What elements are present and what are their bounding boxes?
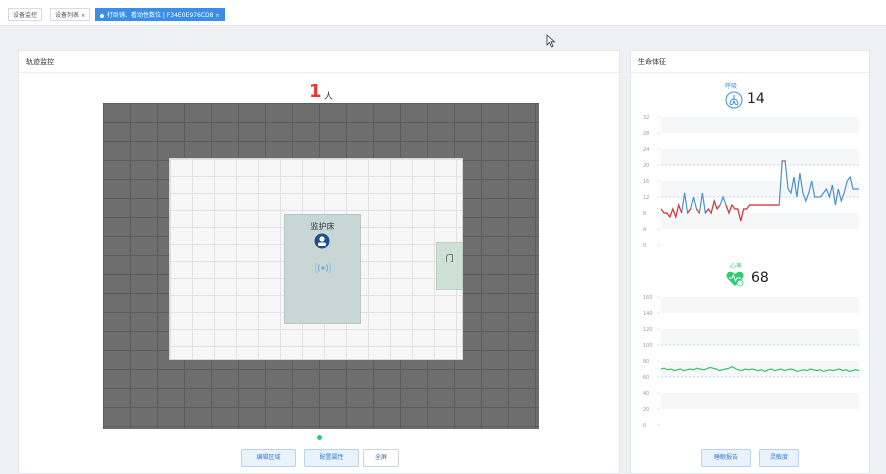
heart-icon: [726, 271, 744, 287]
heart-rate-chart: 160 140 120 100 80 60 40 20 0: [637, 293, 863, 433]
close-icon[interactable]: ×: [215, 13, 219, 19]
breath-low-segment: [696, 208, 700, 214]
panel-title: 生命体征: [631, 51, 869, 73]
breath-grid-band: [661, 117, 859, 133]
tab-bar: 设备监控 设备列表 × 打卧铺、看动性数位 | F34E0E976CD8 ×: [0, 0, 886, 26]
heart-y-tick-label: 60: [643, 375, 649, 381]
configure-properties-button[interactable]: 配置属性: [304, 449, 359, 467]
monitoring-bed-zone[interactable]: 监护床: [284, 214, 361, 324]
vital-signs-panel: 生命体征 呼吸 14 32 28 24 20 16 12 8 4 0 心率 68 160 140 1…: [630, 50, 870, 474]
heart-y-tick-label: 140: [643, 311, 653, 317]
breath-grid-band: [661, 149, 859, 165]
breath-y-tick-label: 8: [643, 211, 646, 217]
person-count-unit: 人: [324, 92, 334, 102]
close-icon[interactable]: ×: [81, 13, 85, 19]
heart-rate-value: 68: [751, 270, 769, 286]
trajectory-monitor-panel: 轨迹监控 1 人 监护床 门 编辑区域 配置属性 全屏: [18, 50, 620, 474]
breath-label: 呼吸: [725, 83, 738, 90]
breath-grid-band: [661, 181, 859, 197]
person-icon: [314, 233, 330, 249]
heart-y-tick-label: 0: [643, 423, 646, 429]
breath-chart-svg: 32 28 24 20 16 12 8 4 0: [643, 115, 859, 249]
heart-y-tick-label: 160: [643, 295, 653, 301]
breath-y-tick-label: 32: [643, 115, 649, 121]
tab-device-monitor[interactable]: 设备监控: [8, 8, 43, 21]
tab-label: 设备列表: [55, 12, 80, 19]
heart-grid-band: [661, 297, 859, 313]
breath-y-tick-label: 24: [643, 147, 649, 153]
breath-y-tick-label: 16: [643, 179, 649, 185]
heart-y-tick-label: 20: [643, 407, 649, 413]
radar-signal-icon: [315, 262, 331, 274]
door-label: 门: [445, 254, 454, 263]
edit-area-button[interactable]: 编辑区域: [241, 449, 296, 467]
active-dot-icon: [100, 13, 104, 18]
heart-grid-band: [661, 329, 859, 345]
heart-y-tick-label: 80: [643, 359, 649, 365]
breath-chart: 32 28 24 20 16 12 8 4 0: [637, 113, 863, 253]
breath-peak-point: [781, 160, 783, 162]
heart-grid-band: [661, 393, 859, 409]
person-count: 1: [309, 81, 322, 102]
breath-low-segment: [704, 198, 721, 215]
breath-y-tick-label: 28: [643, 131, 649, 137]
panel-title: 轨迹监控: [19, 51, 619, 73]
fullscreen-button[interactable]: 全屏: [363, 449, 399, 467]
breath-y-tick-label: 0: [643, 243, 646, 249]
tab-device-detail[interactable]: 打卧铺、看动性数位 | F34E0E976CD8 ×: [95, 8, 225, 21]
heart-y-tick-label: 100: [643, 343, 653, 349]
sensitivity-button[interactable]: 灵敏度: [759, 449, 799, 467]
heart-rate-chart-svg: 160 140 120 100 80 60 40 20 0: [643, 295, 860, 429]
tab-label: 打卧铺、看动性数位 | F34E0E976CD8: [107, 12, 214, 19]
breath-y-tick-label: 20: [643, 163, 649, 169]
room-map: 监护床 门: [103, 103, 539, 429]
room-area: 监护床 门: [169, 158, 463, 360]
breath-y-tick-label: 4: [643, 227, 646, 233]
breath-low-segment: [687, 208, 692, 214]
bed-label: 监护床: [310, 222, 335, 231]
breath-peak-point: [784, 160, 786, 162]
mouse-cursor-icon: [546, 34, 556, 48]
pagination-dot[interactable]: [317, 435, 322, 440]
lungs-icon: [725, 91, 743, 109]
breath-value: 14: [747, 91, 765, 107]
tab-device-list[interactable]: 设备列表 ×: [50, 8, 91, 21]
heart-rate-label: 心率: [730, 263, 743, 270]
breath-grid-band: [661, 213, 859, 229]
tab-label: 设备监控: [13, 12, 38, 19]
sleep-report-button[interactable]: 睡眠报告: [701, 449, 751, 467]
breath-y-tick-label: 12: [643, 195, 649, 201]
heart-y-tick-label: 40: [643, 391, 649, 397]
door-zone[interactable]: 门: [436, 242, 463, 290]
heart-y-tick-label: 120: [643, 327, 653, 333]
